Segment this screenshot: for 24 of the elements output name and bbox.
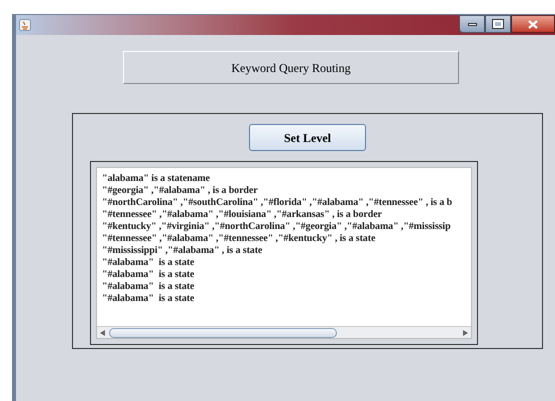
- output-line: "#alabama" is a state: [102, 269, 194, 281]
- output-line: "#alabama" is a state: [102, 281, 194, 293]
- output-line: "#georgia" ,"#alabama" , is a border: [102, 185, 258, 197]
- header-label: Keyword Query Routing: [123, 51, 459, 84]
- close-icon: [528, 20, 538, 28]
- maximize-icon: [493, 20, 503, 28]
- close-button[interactable]: [511, 15, 555, 33]
- set-level-button[interactable]: Set Level: [249, 124, 366, 151]
- app-icon: [19, 19, 31, 31]
- output-line: "#mississippi" ,"#alabama" , is a state: [102, 245, 262, 257]
- scroll-left-icon: [100, 330, 105, 336]
- scroll-right-icon: [463, 330, 468, 336]
- output-line: "#kentucky" ,"#virginia" ,"#northCarolina" ,"#georgia" ,"#alabama" ,"#mississip: [102, 221, 451, 233]
- output-line: "alabama" is a statename: [102, 173, 210, 185]
- minimize-icon: [468, 22, 476, 26]
- output-line: "#tennessee" ,"#alabama" ,"#tennessee" ,"#kentucky" , is a state: [102, 233, 376, 245]
- horizontal-scrollbar[interactable]: [97, 326, 471, 338]
- output-line: "#tennessee" ,"#alabama" ,"#louisiana" ,"#arkansas" , is a border: [102, 209, 382, 221]
- output-line: "#alabama" is a state: [102, 293, 194, 305]
- output-line: "#alabama" is a state: [102, 257, 194, 269]
- minimize-button[interactable]: [459, 15, 485, 33]
- output-line: "#northCarolina" ,"#southCarolina" ,"#florida" ,"#alabama" ,"#tennessee" , is a b: [102, 197, 452, 209]
- maximize-button[interactable]: [485, 15, 511, 33]
- scrollbar-thumb[interactable]: [109, 328, 337, 338]
